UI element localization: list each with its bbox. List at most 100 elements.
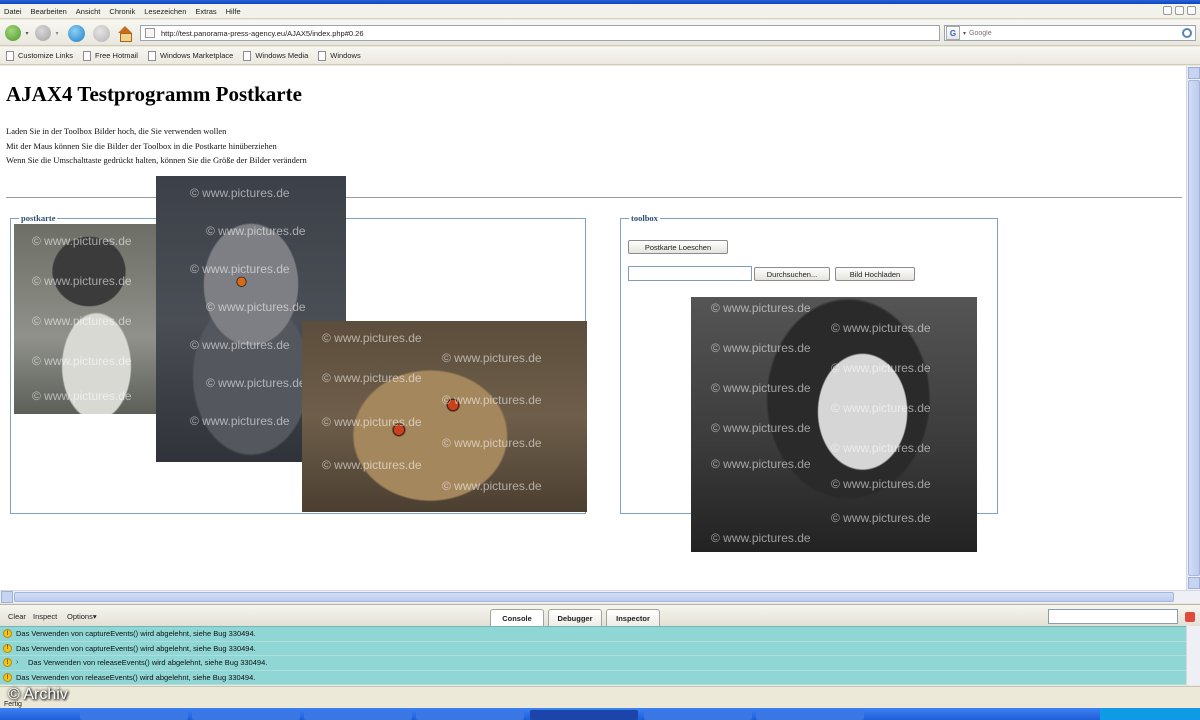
windows-taskbar: [0, 708, 1200, 720]
tab-console[interactable]: Console: [490, 609, 544, 627]
stop-button[interactable]: [91, 23, 111, 43]
expand-arrow-icon[interactable]: ›: [16, 659, 28, 666]
watermark: © www.pictures.de: [190, 262, 290, 276]
taskbar-button[interactable]: [80, 710, 188, 720]
image-credit: © Archiv: [8, 686, 68, 703]
watermark: © www.pictures.de: [831, 361, 931, 375]
taskbar-button[interactable]: [192, 710, 300, 720]
watermark: © www.pictures.de: [322, 331, 422, 345]
watermark: © www.pictures.de: [322, 415, 422, 429]
bookmark-page-icon: [243, 50, 252, 61]
minimize-button[interactable]: [1163, 6, 1172, 15]
firebug-close-icon[interactable]: [1185, 612, 1195, 622]
firebug-options-link[interactable]: Options▾: [67, 612, 97, 621]
reload-icon: [67, 24, 85, 42]
window-controls: [1163, 6, 1196, 15]
postcard-photo-boy[interactable]: © www.pictures.de © www.pictures.de © ww…: [14, 224, 164, 414]
bookmark-page-icon: [6, 50, 14, 61]
postcard-photo-eagle-owl[interactable]: © www.pictures.de © www.pictures.de © ww…: [302, 321, 587, 512]
horizontal-scroll-thumb[interactable]: [14, 592, 1174, 602]
warning-icon: !: [3, 629, 12, 639]
toolbox-photo-woman[interactable]: © www.pictures.de © www.pictures.de © ww…: [691, 297, 977, 552]
watermark: © www.pictures.de: [32, 389, 132, 403]
menu-lesezeichen[interactable]: Lesezeichen: [144, 7, 186, 16]
taskbar-button[interactable]: [644, 710, 752, 720]
firebug-inspect-link[interactable]: Inspect: [33, 612, 57, 621]
forward-history-dropdown[interactable]: ▾: [53, 23, 61, 43]
bookmark-customize-links[interactable]: Customize Links: [6, 50, 73, 61]
console-message: ! Das Verwenden von captureEvents() wird…: [0, 642, 1186, 657]
bookmark-page-icon: [147, 50, 156, 61]
tab-debugger[interactable]: Debugger: [548, 609, 602, 627]
menu-chronik[interactable]: Chronik: [109, 7, 135, 16]
console-message: ! › Das Verwenden von releaseEvents() wi…: [0, 656, 1186, 671]
watermark: © www.pictures.de: [442, 393, 542, 407]
watermark: © www.pictures.de: [190, 414, 290, 428]
scroll-thumb[interactable]: [1188, 80, 1200, 576]
forward-arrow-icon: [35, 25, 51, 41]
search-icon[interactable]: [1182, 28, 1192, 38]
tab-inspector[interactable]: Inspector: [606, 609, 660, 627]
postkarte-loeschen-button[interactable]: Postkarte Loeschen: [628, 240, 728, 254]
taskbar-button[interactable]: [416, 710, 524, 720]
bookmark-windows-media[interactable]: Windows Media: [243, 50, 308, 61]
watermark: © www.pictures.de: [32, 314, 132, 328]
watermark: © www.pictures.de: [831, 511, 931, 525]
scroll-down-button[interactable]: [1188, 577, 1200, 589]
page-title: AJAX4 Testprogramm Postkarte: [6, 82, 302, 106]
url-input[interactable]: [161, 28, 921, 38]
firebug-clear-link[interactable]: Clear: [8, 612, 26, 621]
menu-hilfe[interactable]: Hilfe: [226, 7, 241, 16]
vertical-scrollbar[interactable]: [1186, 66, 1200, 590]
console-panel: ! Das Verwenden von captureEvents() wird…: [0, 626, 1186, 686]
bookmark-free-hotmail[interactable]: Free Hotmail: [83, 50, 138, 61]
scroll-left-button[interactable]: [1, 591, 13, 603]
search-engine-icon[interactable]: G: [946, 26, 960, 40]
watermark: © www.pictures.de: [32, 234, 132, 248]
search-engine-dropdown[interactable]: ▾: [963, 30, 966, 37]
watermark: © www.pictures.de: [32, 354, 132, 368]
firebug-search-input[interactable]: [1048, 609, 1178, 624]
horizontal-scrollbar[interactable]: [0, 590, 1200, 603]
address-bar: ▾: [140, 25, 1075, 41]
search-input[interactable]: [969, 29, 1170, 37]
bookmark-windows-marketplace[interactable]: Windows Marketplace: [147, 50, 233, 61]
console-message: ! Das Verwenden von captureEvents() wird…: [0, 627, 1186, 642]
watermark: © www.pictures.de: [442, 351, 542, 365]
back-history-dropdown[interactable]: ▾: [23, 23, 31, 43]
file-path-input[interactable]: [628, 266, 752, 281]
menu-extras[interactable]: Extras: [195, 7, 216, 16]
watermark: © www.pictures.de: [322, 458, 422, 472]
back-button[interactable]: [4, 23, 22, 43]
bookmark-page-icon: [83, 50, 92, 61]
watermark: © www.pictures.de: [831, 477, 931, 491]
taskbar-button[interactable]: [530, 710, 638, 720]
menu-ansicht[interactable]: Ansicht: [76, 7, 101, 16]
instructions: Laden Sie in der Toolbox Bilder hoch, di…: [6, 124, 307, 168]
watermark: © www.pictures.de: [442, 479, 542, 493]
watermark: © www.pictures.de: [831, 321, 931, 335]
menu-bearbeiten[interactable]: Bearbeiten: [31, 7, 67, 16]
taskbar-button[interactable]: [304, 710, 412, 720]
taskbar-button[interactable]: [756, 710, 864, 720]
search-bar: G ▾: [944, 25, 1196, 41]
home-button[interactable]: [115, 23, 135, 43]
forward-button[interactable]: [34, 23, 52, 43]
instruction-line: Mit der Maus können Sie die Bilder der T…: [6, 140, 277, 151]
scroll-up-button[interactable]: [1188, 67, 1200, 79]
reload-button[interactable]: [66, 23, 86, 43]
bookmark-windows[interactable]: Windows: [318, 50, 361, 61]
watermark: © www.pictures.de: [190, 186, 290, 200]
close-window-button[interactable]: [1187, 6, 1196, 15]
upload-button[interactable]: Bild Hochladen: [835, 267, 915, 281]
menu-bar: Datei Bearbeiten Ansicht Chronik Lesezei…: [0, 4, 1200, 19]
status-bar: Fertig: [0, 686, 1200, 708]
bookmarks-toolbar: Customize Links Free Hotmail Windows Mar…: [0, 47, 1200, 65]
menu-datei[interactable]: Datei: [4, 7, 22, 16]
watermark: © www.pictures.de: [442, 436, 542, 450]
bookmark-page-icon: [318, 50, 327, 61]
browse-button[interactable]: Durchsuchen...: [754, 267, 830, 281]
watermark: © www.pictures.de: [206, 376, 306, 390]
maximize-button[interactable]: [1175, 6, 1184, 15]
console-scrollbar[interactable]: [1186, 626, 1200, 685]
